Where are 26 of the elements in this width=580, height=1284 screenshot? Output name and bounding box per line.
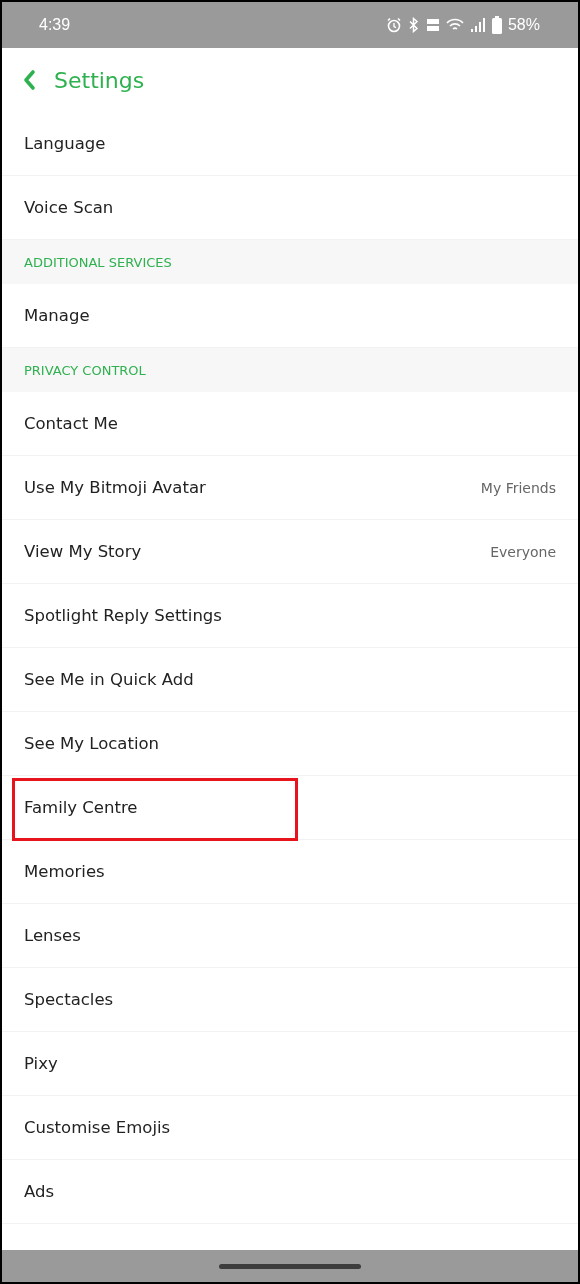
home-handle[interactable] — [219, 1263, 361, 1269]
wifi-icon — [445, 17, 464, 33]
battery-level: 58% — [507, 16, 540, 34]
settings-item[interactable]: Spotlight Reply Settings — [2, 584, 578, 648]
signal-icon — [469, 17, 486, 33]
settings-item[interactable]: Language — [2, 112, 578, 176]
bluetooth-icon — [407, 17, 420, 33]
page-title: Settings — [54, 67, 145, 93]
settings-item[interactable]: View My Story Everyone — [2, 520, 578, 584]
section-header: PRIVACY CONTROL — [2, 348, 578, 392]
settings-item[interactable]: Customise Emojis — [2, 1096, 578, 1160]
settings-item[interactable]: See My Location — [2, 712, 578, 776]
section-header: ADDITIONAL SERVICES — [2, 240, 578, 284]
battery-icon — [491, 16, 502, 34]
status-time: 4:39 — [39, 16, 71, 34]
settings-item[interactable]: Lenses — [2, 904, 578, 968]
settings-item[interactable]: Pixy — [2, 1032, 578, 1096]
settings-item[interactable]: See Me in Quick Add — [2, 648, 578, 712]
settings-item[interactable]: Contact Me — [2, 392, 578, 456]
alarm-icon — [385, 17, 402, 33]
settings-item[interactable]: Spectacles — [2, 968, 578, 1032]
settings-item[interactable]: Memories — [2, 840, 578, 904]
settings-item[interactable]: Use My Bitmoji Avatar My Friends — [2, 456, 578, 520]
settings-item[interactable]: Ads — [2, 1160, 578, 1224]
settings-item[interactable]: Family Centre — [2, 776, 578, 840]
back-icon[interactable] — [22, 69, 36, 91]
